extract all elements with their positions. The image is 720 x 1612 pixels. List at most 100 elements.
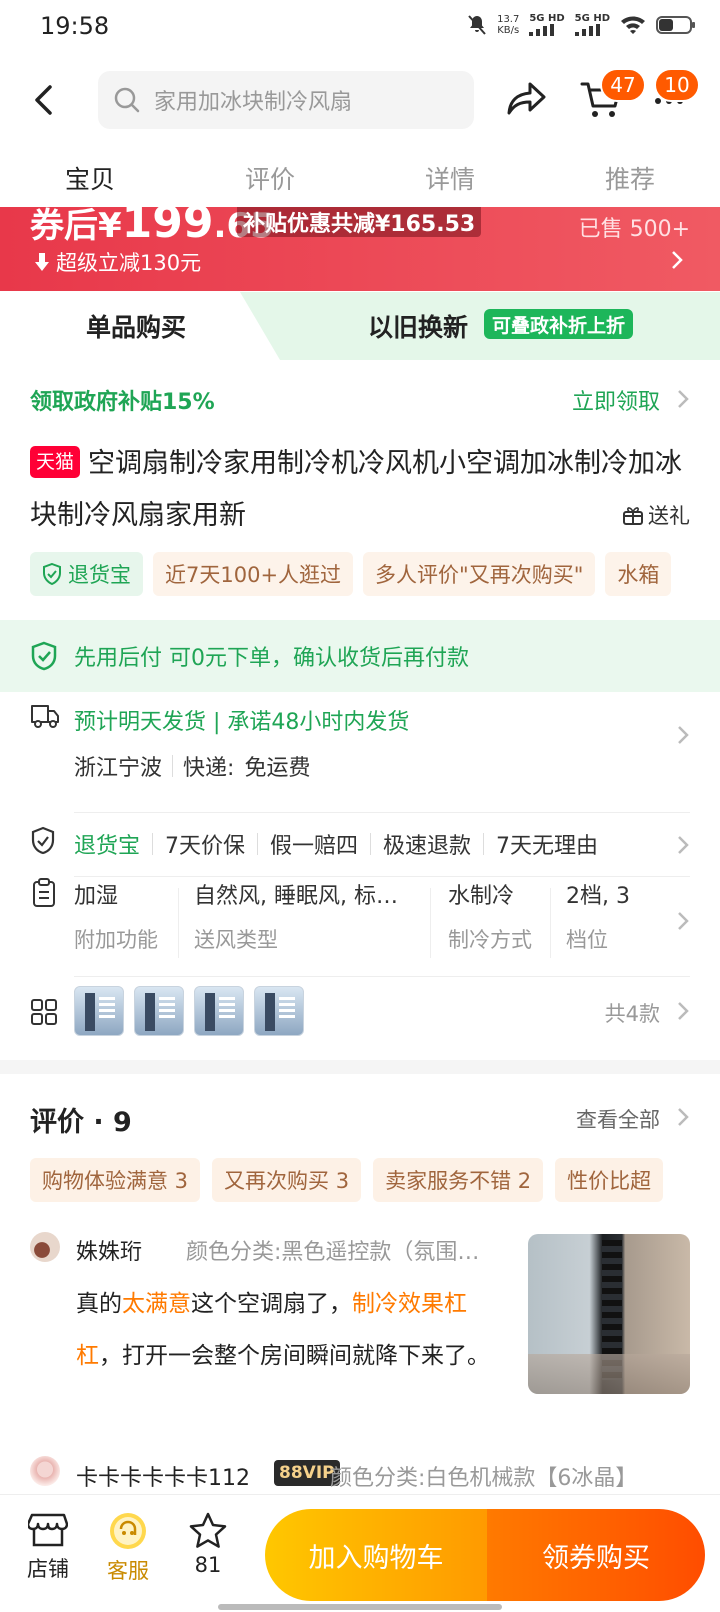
view-all-reviews[interactable]: 查看全部 bbox=[576, 1104, 660, 1134]
down-arrow-icon bbox=[35, 253, 49, 271]
search-icon bbox=[114, 87, 140, 113]
review-tags: 购物体验满意 3 又再次购买 3 卖家服务不错 2 性价比超 bbox=[30, 1158, 720, 1204]
buy-now-button[interactable]: 领券购买 bbox=[487, 1509, 705, 1601]
avatar bbox=[30, 1456, 60, 1486]
signal-icon bbox=[529, 24, 555, 36]
battery-icon bbox=[656, 16, 695, 34]
store-icon bbox=[28, 1513, 68, 1547]
gov-subsidy-label: 领取政府补贴15% bbox=[30, 390, 215, 415]
customer-service-button[interactable]: 客服 bbox=[96, 1511, 160, 1585]
gov-subsidy-action[interactable]: 立即领取 bbox=[572, 384, 660, 416]
variants-row[interactable]: 共4款 bbox=[30, 986, 690, 1042]
variant-thumb[interactable] bbox=[74, 986, 124, 1036]
service-price-protect: 7天价保 bbox=[165, 834, 246, 859]
favorite-button[interactable]: 81 bbox=[176, 1511, 240, 1577]
review-spec: 颜色分类:黑色遥控款（氛围… bbox=[186, 1240, 480, 1265]
service-genuine: 假一赔四 bbox=[270, 834, 359, 859]
variant-thumb[interactable] bbox=[194, 986, 244, 1036]
tab-reviews[interactable]: 评价 bbox=[180, 150, 360, 206]
signal-1: 5G HD bbox=[529, 14, 565, 36]
status-icons: 13.7 KB/s 5G HD 5G HD bbox=[467, 14, 696, 36]
search-input[interactable]: 家用加冰块制冷风扇 bbox=[98, 71, 474, 129]
tag-repurchase[interactable]: 多人评价"又再次购买" bbox=[363, 552, 596, 596]
single-purchase-tab[interactable]: 单品购买 bbox=[0, 292, 280, 360]
tag-water-tank[interactable]: 水箱 bbox=[605, 552, 672, 596]
review-tag[interactable]: 卖家服务不错 2 bbox=[373, 1158, 544, 1202]
review-tag[interactable]: 性价比超 bbox=[555, 1158, 664, 1202]
net-speed: 13.7 KB/s bbox=[497, 14, 520, 36]
review-spec: 颜色分类:白色机械款【6冰晶】 bbox=[330, 1466, 638, 1491]
signal-icon bbox=[574, 24, 600, 36]
product-title: 天猫 空调扇制冷家用制冷机冷风机小空调加冰制冷加冰块制冷风扇家用新 bbox=[30, 438, 690, 542]
status-bar: 19:58 13.7 KB/s 5G HD 5G HD bbox=[0, 0, 720, 56]
back-icon[interactable] bbox=[32, 84, 56, 116]
variant-thumb[interactable] bbox=[254, 986, 304, 1036]
shield-check-icon bbox=[31, 641, 57, 671]
variant-count: 共4款 bbox=[604, 1002, 660, 1026]
chevron-right-icon bbox=[678, 912, 689, 930]
attr-function: 加湿 附加功能 bbox=[74, 884, 158, 952]
message-badge: 10 bbox=[654, 68, 700, 102]
trade-in-tag: 可叠政补折上折 bbox=[484, 309, 634, 339]
chevron-right-icon bbox=[678, 1002, 689, 1020]
sold-count: 已售 500+ bbox=[578, 217, 690, 242]
attr-wind-type: 自然风, 睡眠风, 标… 送风类型 bbox=[194, 884, 398, 952]
divider bbox=[74, 812, 690, 813]
tag-visitors[interactable]: 近7天100+人逛过 bbox=[153, 552, 354, 596]
chevron-right-icon bbox=[678, 836, 689, 854]
avatar bbox=[30, 1232, 60, 1262]
gift-icon bbox=[623, 507, 643, 525]
reviews-title: 评价 · 9 bbox=[30, 1107, 132, 1138]
review-tag[interactable]: 又再次购买 3 bbox=[212, 1158, 362, 1202]
pay-later-text: 先用后付 可0元下单，确认收货后再付款 bbox=[74, 646, 469, 671]
shield-check-icon bbox=[43, 563, 61, 585]
attr-speed-levels: 2档, 3 档位 bbox=[566, 884, 630, 952]
price-banner: 券后¥199.65 补贴优惠共减¥165.53 已售 500+ 超级立减130元 bbox=[0, 207, 720, 291]
wifi-icon bbox=[621, 16, 645, 34]
trade-in-tab[interactable]: 以旧换新 bbox=[368, 308, 468, 344]
review-photo[interactable] bbox=[528, 1234, 690, 1394]
service-fast-refund: 极速退款 bbox=[383, 834, 472, 859]
chevron-right-icon bbox=[678, 726, 689, 744]
tag-return-insurance[interactable]: 退货宝 bbox=[30, 552, 143, 596]
product-tags: 退货宝 近7天100+人逛过 多人评价"又再次购买" 水箱 bbox=[30, 552, 720, 598]
tab-product[interactable]: 宝贝 bbox=[0, 150, 180, 206]
attributes-row[interactable]: 加湿 附加功能 自然风, 睡眠风, 标… 送风类型 水制冷 制冷方式 2档, 3… bbox=[30, 878, 690, 968]
subsidy-total: 补贴优惠共减¥165.53 bbox=[237, 207, 482, 237]
share-icon[interactable] bbox=[506, 80, 548, 116]
instant-discount[interactable]: 超级立减130元 bbox=[34, 247, 201, 277]
review-tag[interactable]: 购物体验满意 3 bbox=[30, 1158, 201, 1202]
review-text: 真的太满意这个空调扇了，制冷效果杠杠，打开一会整个房间瞬间就降下来了。 bbox=[76, 1291, 490, 1369]
review-user: 卡卡卡卡卡卡112 bbox=[76, 1466, 250, 1491]
chevron-right-icon[interactable] bbox=[670, 249, 684, 271]
review-item[interactable]: 卡卡卡卡卡卡112 88VIP 颜色分类:白色机械款【6冰晶】 bbox=[30, 1456, 690, 1496]
ship-info: 浙江宁波 快递: 免运费 bbox=[74, 755, 311, 781]
gov-subsidy-row[interactable]: 领取政府补贴15% 立即领取 bbox=[30, 384, 690, 420]
clipboard-icon bbox=[33, 878, 55, 907]
chevron-right-icon[interactable] bbox=[676, 1106, 690, 1128]
services-row[interactable]: 退货宝 7天价保 假一赔四 极速退款 7天无理由 bbox=[30, 826, 690, 868]
ship-promise: 预计明天发货 | 承诺48小时内发货 bbox=[74, 710, 410, 735]
tab-details[interactable]: 详情 bbox=[360, 150, 540, 206]
divider bbox=[74, 876, 690, 877]
tab-recommend[interactable]: 推荐 bbox=[540, 150, 720, 206]
bottom-action-bar: 店铺 客服 81 加入购物车 领券购买 bbox=[0, 1494, 720, 1612]
star-icon bbox=[189, 1512, 227, 1548]
service-no-reason: 7天无理由 bbox=[496, 834, 599, 859]
shop-button[interactable]: 店铺 bbox=[16, 1511, 80, 1583]
top-nav: 家用加冰块制冷风扇 47 10 bbox=[0, 62, 720, 138]
home-indicator bbox=[218, 1604, 502, 1610]
variant-thumb[interactable] bbox=[134, 986, 184, 1036]
detail-tabs: 宝贝 评价 详情 推荐 bbox=[0, 150, 720, 206]
status-time: 19:58 bbox=[40, 12, 110, 40]
tmall-badge: 天猫 bbox=[30, 445, 81, 478]
chevron-right-icon bbox=[678, 390, 689, 408]
add-to-cart-button[interactable]: 加入购物车 bbox=[265, 1509, 487, 1601]
truck-icon bbox=[31, 705, 59, 728]
gift-button[interactable]: 送礼 bbox=[622, 500, 690, 530]
service-return-insurance: 退货宝 bbox=[74, 834, 141, 859]
reviews-header: 评价 · 9 查看全部 bbox=[30, 1100, 690, 1140]
grid-icon bbox=[31, 999, 57, 1025]
pay-later-row[interactable]: 先用后付 可0元下单，确认收货后再付款 bbox=[0, 620, 720, 692]
review-user: 姝姝珩 bbox=[76, 1240, 143, 1265]
